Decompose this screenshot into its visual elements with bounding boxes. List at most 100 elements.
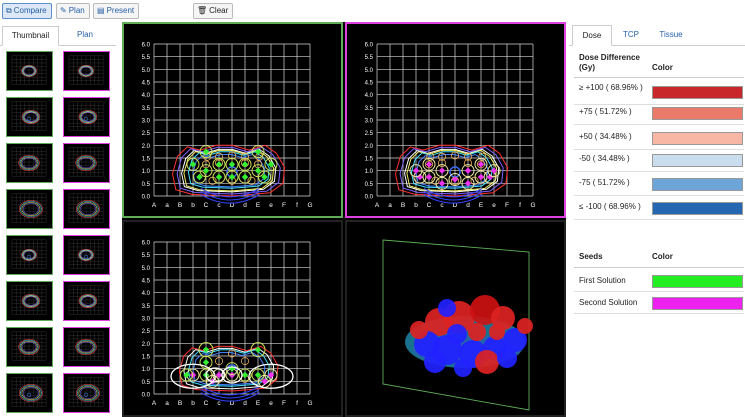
dose-row: +50 ( 34.48% ) bbox=[574, 130, 744, 150]
tab-tissue[interactable]: Tissue bbox=[651, 25, 691, 46]
y-tick-label: 5.5 bbox=[142, 253, 151, 259]
thumbnail-image bbox=[68, 55, 104, 85]
thumbnail-second-solution[interactable] bbox=[63, 51, 110, 91]
dose-table-header: Dose Difference (Gy) Color bbox=[574, 52, 744, 78]
y-tick-label: 6.0 bbox=[365, 43, 374, 49]
dose-color-swatch[interactable] bbox=[652, 154, 743, 167]
dose-color-swatch[interactable] bbox=[652, 132, 743, 145]
thumbnail-image bbox=[68, 101, 104, 131]
comparison-view: 6.0 5.5 5.0 4.5 4.0 3.5 3.0 2.5 2.0 1.5 1.0 0.5 0.0 A… bbox=[122, 22, 566, 417]
dose-row: -50 ( 34.48% ) bbox=[574, 152, 744, 172]
seed-marker bbox=[228, 161, 236, 168]
tab-thumbnail[interactable]: Thumbnail bbox=[2, 26, 59, 46]
dose-color-swatch[interactable] bbox=[652, 86, 743, 99]
second-solution-panel[interactable]: 6.0 5.5 5.0 4.5 4.0 3.5 3.0 2.5 2.0 1.5 1.0 0.5 0.0 A… bbox=[345, 22, 566, 218]
thumbnail-second-solution[interactable] bbox=[63, 281, 110, 321]
tab-dose[interactable]: Dose bbox=[572, 25, 612, 46]
thumbnail-second-solution[interactable] bbox=[63, 189, 110, 229]
sidebar-tabs: Thumbnail Plan bbox=[0, 24, 116, 46]
thumbnail-image bbox=[11, 285, 47, 315]
seeds-color-header: Color bbox=[652, 252, 673, 261]
thumbnail-first-solution[interactable] bbox=[6, 281, 53, 321]
app-window: ⧉ Compare ✎ Plan ▤ Present 🗑 Clear Thumbnail… bbox=[0, 0, 745, 417]
y-tick-label: 2.0 bbox=[142, 144, 151, 150]
thumbnail-image bbox=[68, 377, 104, 407]
thumbnail-first-solution[interactable] bbox=[6, 327, 53, 367]
overlay-panel[interactable]: 6.0 5.5 5.0 4.5 4.0 3.5 3.0 2.5 2.0 1.5 1.0 0.5 0.0 A… bbox=[122, 220, 343, 417]
dose-color-swatch[interactable] bbox=[652, 202, 743, 215]
plan-button[interactable]: ✎ Plan bbox=[56, 3, 90, 19]
seed-row: First Solution bbox=[574, 272, 744, 292]
legend-tabs: Dose TCP Tissue bbox=[569, 22, 745, 46]
seed-marker bbox=[438, 180, 446, 187]
x-tick-label: a bbox=[388, 202, 392, 209]
thumbnail-second-solution[interactable] bbox=[63, 235, 110, 275]
thumbnail-first-solution[interactable] bbox=[6, 97, 53, 137]
dose-difference-blob bbox=[489, 324, 505, 340]
x-tick-label: B bbox=[178, 400, 182, 407]
x-tick-label: a bbox=[165, 400, 169, 407]
y-tick-label: 0.0 bbox=[142, 393, 151, 399]
x-tick-label: d bbox=[243, 202, 247, 209]
thumbnail-image bbox=[68, 331, 104, 361]
dose-color-swatch[interactable] bbox=[652, 178, 743, 191]
plan-label: Plan bbox=[68, 6, 85, 15]
x-tick-label: C bbox=[427, 202, 432, 209]
thumbnail-second-solution[interactable] bbox=[63, 327, 110, 367]
dose-row: ≥ +100 ( 68.96% ) bbox=[574, 81, 744, 105]
y-tick-label: 1.5 bbox=[142, 157, 151, 163]
y-tick-label: 0.5 bbox=[365, 182, 374, 188]
dose-row-label: +75 ( 51.72% ) bbox=[579, 107, 632, 116]
clear-button[interactable]: 🗑 Clear bbox=[193, 3, 234, 19]
y-tick-label: 1.5 bbox=[365, 157, 374, 163]
thumbnail-first-solution[interactable] bbox=[6, 373, 53, 413]
sidebar: Thumbnail Plan bbox=[0, 24, 116, 417]
seed-marker bbox=[451, 176, 459, 183]
y-tick-label: 4.0 bbox=[142, 291, 151, 297]
seed-color-swatch[interactable] bbox=[652, 297, 743, 310]
thumbnail-image bbox=[11, 101, 47, 131]
y-tick-label: 0.0 bbox=[142, 195, 151, 201]
thumbnail-first-solution[interactable] bbox=[6, 51, 53, 91]
seed-marker bbox=[425, 161, 433, 168]
x-tick-label: E bbox=[479, 202, 484, 209]
dose-difference-blob bbox=[410, 321, 428, 339]
y-tick-label: 0.0 bbox=[365, 195, 374, 201]
x-tick-label: B bbox=[401, 202, 405, 209]
compare-button[interactable]: ⧉ Compare bbox=[2, 3, 52, 19]
x-tick-label: B bbox=[178, 202, 182, 209]
thumbnail-first-solution[interactable] bbox=[6, 235, 53, 275]
dose-difference-blob bbox=[438, 299, 456, 317]
dose-color-swatch[interactable] bbox=[652, 107, 743, 120]
y-tick-label: 1.0 bbox=[142, 169, 151, 175]
x-tick-label: F bbox=[282, 202, 286, 209]
seed-marker bbox=[215, 161, 223, 168]
y-tick-label: 5.0 bbox=[365, 68, 374, 74]
thumbnail-first-solution[interactable] bbox=[6, 143, 53, 183]
dose-difference-blob bbox=[468, 323, 486, 341]
x-tick-label: C bbox=[204, 400, 209, 407]
x-tick-label: A bbox=[152, 202, 157, 209]
thumbnail-image bbox=[68, 239, 104, 269]
thumbnail-first-solution[interactable] bbox=[6, 189, 53, 229]
tab-plan[interactable]: Plan bbox=[60, 26, 110, 46]
x-tick-label: E bbox=[256, 400, 261, 407]
thumbnail-second-solution[interactable] bbox=[63, 97, 110, 137]
x-tick-label: G bbox=[530, 202, 535, 209]
thumbnail-second-solution[interactable] bbox=[63, 143, 110, 183]
dose-difference-blob bbox=[517, 318, 533, 334]
y-tick-label: 2.5 bbox=[142, 131, 151, 137]
x-tick-label: f bbox=[296, 400, 298, 407]
thumbnail-list bbox=[0, 48, 116, 417]
present-button[interactable]: ▤ Present bbox=[93, 3, 140, 19]
seed-color-swatch[interactable] bbox=[652, 275, 743, 288]
x-tick-label: F bbox=[282, 400, 286, 407]
3d-dose-panel[interactable] bbox=[345, 220, 566, 417]
thumbnail-image bbox=[11, 55, 47, 85]
thumbnail-second-solution[interactable] bbox=[63, 373, 110, 413]
y-tick-label: 6.0 bbox=[142, 241, 151, 247]
tab-tcp[interactable]: TCP bbox=[613, 25, 649, 46]
dose-row-label: -75 ( 51.72% ) bbox=[579, 178, 630, 187]
first-solution-panel[interactable]: 6.0 5.5 5.0 4.5 4.0 3.5 3.0 2.5 2.0 1.5 1.0 0.5 0.0 A… bbox=[122, 22, 343, 218]
dose-difference-blob bbox=[424, 351, 446, 373]
